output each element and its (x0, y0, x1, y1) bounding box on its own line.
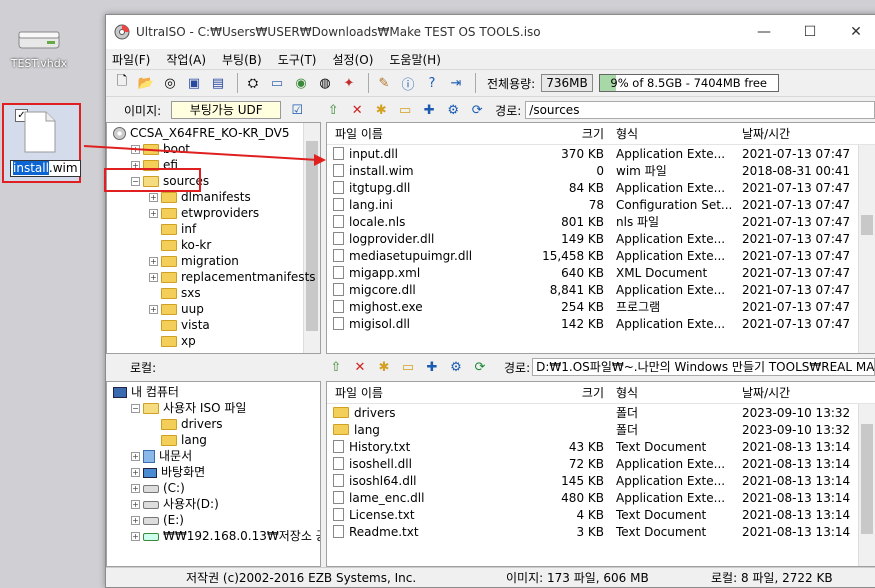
annotation-arrow (83, 145, 326, 166)
